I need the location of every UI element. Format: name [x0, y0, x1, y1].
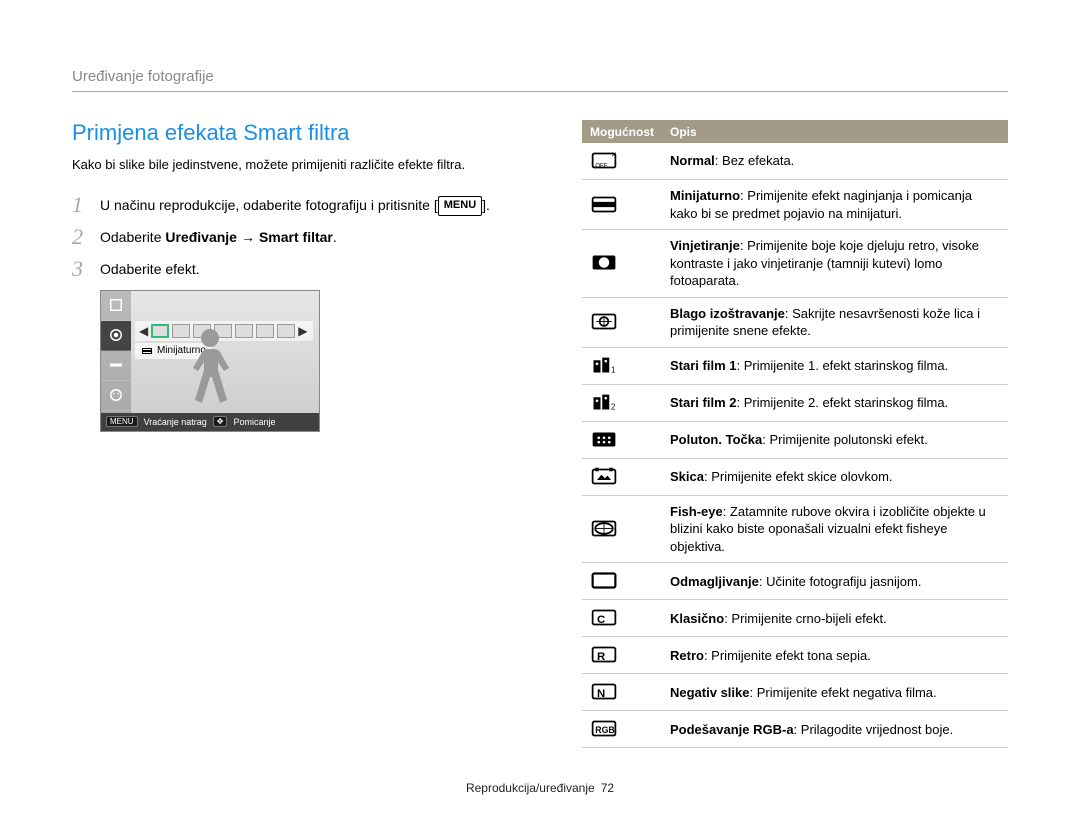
table-row: 2 Stari film 2: Primijenite 2. efekt star…	[582, 384, 1008, 421]
option-description: Fish-eye: Zatamnite rubove okvira i izob…	[662, 495, 1008, 563]
option-name: Poluton. Točka	[670, 432, 762, 447]
option-icon	[582, 297, 662, 347]
options-table: Mogućnost Opis ✕OFFNormal: Bez efekata.M…	[582, 120, 1008, 748]
side-toolbar	[101, 291, 131, 413]
page-footer: Reprodukcija/uređivanje72	[0, 781, 1080, 795]
table-row: Minijaturno: Primijenite efekt naginjanj…	[582, 180, 1008, 230]
option-icon	[582, 458, 662, 495]
option-icon	[582, 421, 662, 458]
menu-key-icon: MENU	[106, 416, 138, 427]
step-number-3: 3	[72, 258, 100, 280]
svg-text:R: R	[597, 651, 605, 663]
thumb-selected	[151, 324, 169, 338]
option-name: Fish-eye	[670, 504, 723, 519]
step-number-1: 1	[72, 194, 100, 216]
table-row: N Negativ slike: Primijenite efekt negati…	[582, 674, 1008, 711]
miniature-icon	[141, 345, 153, 357]
svg-text:N: N	[597, 688, 605, 700]
prev-arrow-icon: ◀	[139, 324, 148, 338]
option-description: Retro: Primijenite efekt tona sepia.	[662, 637, 1008, 674]
option-icon: RGB	[582, 711, 662, 748]
option-icon	[582, 180, 662, 230]
option-description: Poluton. Točka: Primijenite polutonski e…	[662, 421, 1008, 458]
option-description: Vinjetiranje: Primijenite boje koje djel…	[662, 230, 1008, 298]
option-icon	[582, 563, 662, 600]
option-icon: N	[582, 674, 662, 711]
menu-button-icon: MENU	[438, 196, 482, 215]
face-icon	[101, 381, 131, 411]
crop-icon	[101, 291, 131, 321]
step-2-text: Odaberite Uređivanje→Smart filtar.	[100, 226, 337, 248]
option-name: Blago izoštravanje	[670, 306, 785, 321]
option-description: Stari film 1: Primijenite 1. efekt stari…	[662, 347, 1008, 384]
option-name: Podešavanje RGB-a	[670, 722, 794, 737]
option-icon	[582, 230, 662, 298]
option-name: Minijaturno	[670, 188, 740, 203]
person-silhouette-icon	[175, 323, 245, 413]
adjust-icon	[101, 351, 131, 381]
step-1-text: U načinu reprodukcije, odaberite fotogra…	[100, 194, 490, 216]
step-3-text: Odaberite efekt.	[100, 258, 200, 280]
table-row: Blago izoštravanje: Sakrijte nesavršenos…	[582, 297, 1008, 347]
thumb	[277, 324, 295, 338]
option-description: Negativ slike: Primijenite efekt negativ…	[662, 674, 1008, 711]
option-name: Normal	[670, 153, 715, 168]
section-title: Primjena efekata Smart filtra	[72, 120, 542, 146]
option-name: Skica	[670, 469, 704, 484]
option-name: Stari film 2	[670, 395, 736, 410]
option-name: Negativ slike	[670, 685, 750, 700]
intro-text: Kako bi slike bile jedinstvene, možete p…	[72, 156, 542, 174]
svg-text:RGB: RGB	[595, 725, 614, 735]
col-option: Mogućnost	[582, 120, 662, 143]
table-row: C Klasično: Primijenite crno-bijeli efekt…	[582, 600, 1008, 637]
option-icon: 2	[582, 384, 662, 421]
table-row: Vinjetiranje: Primijenite boje koje djel…	[582, 230, 1008, 298]
right-column: Mogućnost Opis ✕OFFNormal: Bez efekata.M…	[582, 120, 1008, 748]
table-row: Fish-eye: Zatamnite rubove okvira i izob…	[582, 495, 1008, 563]
svg-text:2: 2	[611, 402, 615, 411]
table-row: RGB Podešavanje RGB-a: Prilagodite vrijed…	[582, 711, 1008, 748]
camera-screenshot: ◀ ▶ Minijaturno	[100, 290, 320, 432]
option-description: Blago izoštravanje: Sakrijte nesavršenos…	[662, 297, 1008, 347]
filter-icon	[101, 321, 131, 351]
option-icon: 1	[582, 347, 662, 384]
option-icon	[582, 495, 662, 563]
table-row: 1 Stari film 1: Primijenite 1. efekt star…	[582, 347, 1008, 384]
thumb	[256, 324, 274, 338]
table-row: Skica: Primijenite efekt skice olovkom.	[582, 458, 1008, 495]
option-description: Odmagljivanje: Učinite fotografiju jasni…	[662, 563, 1008, 600]
option-description: Podešavanje RGB-a: Prilagodite vrijednos…	[662, 711, 1008, 748]
option-description: Minijaturno: Primijenite efekt naginjanj…	[662, 180, 1008, 230]
option-name: Odmagljivanje	[670, 574, 759, 589]
option-name: Vinjetiranje	[670, 238, 740, 253]
option-description: Normal: Bez efekata.	[662, 143, 1008, 180]
table-row: Poluton. Točka: Primijenite polutonski e…	[582, 421, 1008, 458]
option-description: Klasično: Primijenite crno-bijeli efekt.	[662, 600, 1008, 637]
option-name: Stari film 1	[670, 358, 736, 373]
next-arrow-icon: ▶	[298, 324, 307, 338]
table-row: Odmagljivanje: Učinite fotografiju jasni…	[582, 563, 1008, 600]
option-description: Stari film 2: Primijenite 2. efekt stari…	[662, 384, 1008, 421]
table-row: R Retro: Primijenite efekt tona sepia.	[582, 637, 1008, 674]
table-row: ✕ OFF Normal: Bez efekata.	[582, 143, 1008, 180]
option-description: Skica: Primijenite efekt skice olovkom.	[662, 458, 1008, 495]
camera-footer-bar: MENU Vraćanje natrag ✥ Pomicanje	[101, 413, 319, 431]
left-column: Primjena efekata Smart filtra Kako bi sl…	[72, 120, 542, 748]
option-icon: ✕ OFF	[582, 143, 662, 180]
option-icon: C	[582, 600, 662, 637]
move-key-icon: ✥	[213, 416, 228, 427]
svg-text:✕: ✕	[611, 152, 617, 159]
option-icon: R	[582, 637, 662, 674]
svg-text:C: C	[597, 614, 605, 626]
svg-text:OFF: OFF	[595, 163, 607, 170]
option-name: Retro	[670, 648, 704, 663]
step-number-2: 2	[72, 226, 100, 248]
option-name: Klasično	[670, 611, 724, 626]
col-description: Opis	[662, 120, 1008, 143]
svg-text:1: 1	[611, 365, 615, 374]
page-header: Uređivanje fotografije	[72, 68, 1008, 92]
